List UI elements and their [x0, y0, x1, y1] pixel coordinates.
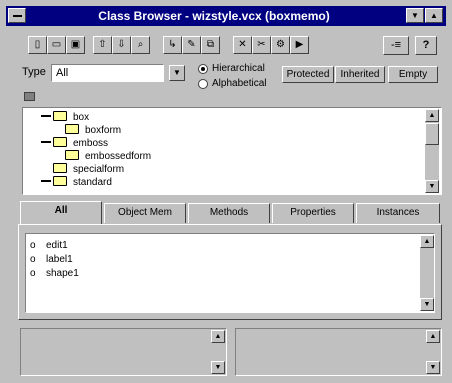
scroll-thumb[interactable] — [425, 123, 439, 145]
hierarchical-label: Hierarchical — [212, 63, 265, 74]
open-icon[interactable]: ▭ — [47, 36, 66, 54]
tree-item[interactable]: boxform — [65, 124, 121, 136]
pin-button[interactable]: -≡ — [383, 36, 409, 55]
window-title: Class Browser - wizstyle.vcx (boxmemo) — [98, 9, 330, 23]
find-icon[interactable]: ⌕ — [131, 36, 150, 54]
new-class-icon[interactable]: ▯ — [28, 36, 47, 54]
run-icon[interactable]: ▶ — [290, 36, 309, 54]
protected-button[interactable]: Protected — [282, 66, 334, 83]
list-item[interactable]: o edit1 — [30, 240, 68, 251]
scroll-down-icon[interactable]: ▼ — [426, 361, 440, 374]
tree-item[interactable]: standard — [41, 176, 112, 188]
tree-item[interactable]: box — [41, 111, 89, 123]
tree-scrollbar[interactable]: ▲ ▼ — [425, 109, 439, 193]
scroll-down-icon[interactable]: ▼ — [425, 180, 439, 193]
members-scrollbar[interactable]: ▲ ▼ — [420, 235, 434, 311]
class-tree[interactable]: box boxform emboss embossedform specialf… — [22, 107, 442, 195]
tab-all[interactable]: All — [20, 201, 102, 225]
modify-icon[interactable]: ⚙ — [271, 36, 290, 54]
save-icon[interactable]: ▣ — [66, 36, 85, 54]
minimize-button[interactable]: ▼ — [406, 8, 424, 23]
duplicate-icon[interactable]: ⧉ — [201, 36, 220, 54]
class-icon — [24, 92, 35, 101]
title-bar[interactable]: Class Browser - wizstyle.vcx (boxmemo) ▼… — [6, 6, 446, 26]
inherited-button[interactable]: Inherited — [335, 66, 385, 83]
tree-item[interactable]: emboss — [41, 137, 108, 149]
alphabetical-label: Alphabetical — [212, 78, 267, 89]
tab-properties[interactable]: Properties — [272, 203, 354, 223]
type-dropdown-icon[interactable]: ▼ — [169, 65, 185, 81]
scroll-down-icon[interactable]: ▼ — [420, 298, 434, 311]
system-menu-icon[interactable] — [8, 8, 26, 23]
list-item[interactable]: o label1 — [30, 254, 73, 265]
member-description-pane[interactable]: ▲ ▼ — [235, 328, 442, 376]
export-icon[interactable]: ⇧ — [93, 36, 112, 54]
type-field[interactable]: All — [51, 64, 164, 82]
scroll-down-icon[interactable]: ▼ — [211, 361, 225, 374]
tree-item[interactable]: embossedform — [65, 150, 151, 162]
tab-instances[interactable]: Instances — [356, 203, 440, 223]
rename-icon[interactable]: ✎ — [182, 36, 201, 54]
redefine-icon[interactable]: ↳ — [163, 36, 182, 54]
tree-item[interactable]: specialform — [53, 163, 124, 175]
scroll-up-icon[interactable]: ▲ — [426, 330, 440, 343]
folder-icon — [53, 111, 67, 121]
help-button[interactable]: ? — [415, 36, 437, 55]
cleanup-icon[interactable]: ✂ — [252, 36, 271, 54]
folder-icon — [65, 150, 79, 160]
delete-icon[interactable]: ✕ — [233, 36, 252, 54]
scroll-up-icon[interactable]: ▲ — [420, 235, 434, 248]
members-list[interactable]: o edit1 o label1 o shape1 ▲ ▼ — [25, 233, 435, 313]
tab-methods[interactable]: Methods — [188, 203, 270, 223]
folder-icon — [53, 137, 67, 147]
folder-icon — [53, 163, 67, 173]
description-scrollbar[interactable]: ▲ ▼ — [211, 330, 225, 374]
empty-button[interactable]: Empty — [388, 66, 438, 83]
folder-icon — [65, 124, 79, 134]
members-panel: o edit1 o label1 o shape1 ▲ ▼ — [18, 224, 442, 320]
maximize-button[interactable]: ▲ — [425, 8, 443, 23]
hierarchical-radio[interactable] — [198, 64, 208, 74]
class-browser-window: Class Browser - wizstyle.vcx (boxmemo) ▼… — [0, 0, 452, 383]
list-item[interactable]: o shape1 — [30, 268, 79, 279]
class-description-pane[interactable]: ▲ ▼ — [20, 328, 227, 376]
folder-icon — [53, 176, 67, 186]
type-label: Type — [22, 66, 46, 78]
member-description-scrollbar[interactable]: ▲ ▼ — [426, 330, 440, 374]
scroll-up-icon[interactable]: ▲ — [211, 330, 225, 343]
alphabetical-radio[interactable] — [198, 79, 208, 89]
scroll-up-icon[interactable]: ▲ — [425, 109, 439, 122]
tab-object-members[interactable]: Object Mem — [104, 203, 186, 223]
import-icon[interactable]: ⇩ — [112, 36, 131, 54]
